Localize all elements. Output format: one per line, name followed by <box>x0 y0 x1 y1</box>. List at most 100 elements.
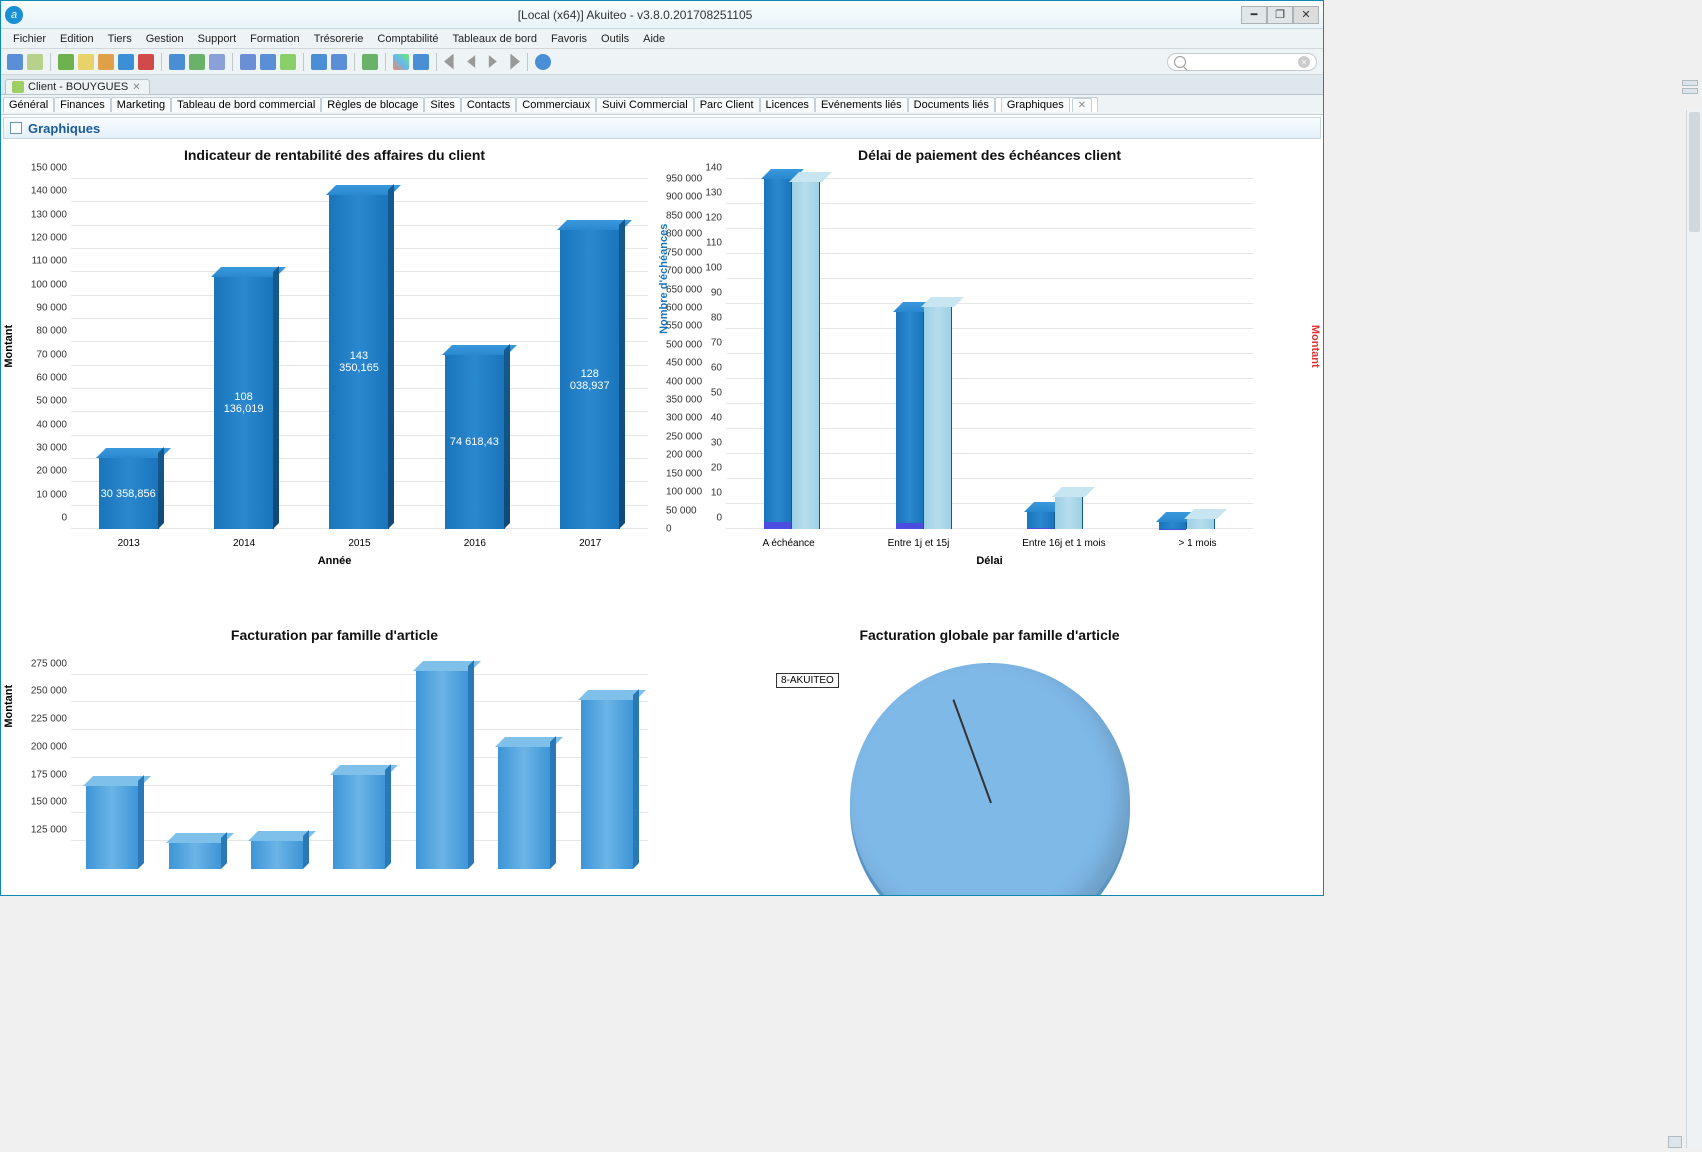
pie-label: 8-AKUITEO <box>776 673 839 688</box>
view-controls <box>1682 80 1698 94</box>
chart1-plot: Année 010 00020 00030 00040 00050 00060 … <box>11 169 658 569</box>
export-icon[interactable] <box>189 54 205 70</box>
menu-formation[interactable]: Formation <box>244 31 306 47</box>
filter-icon[interactable] <box>311 54 327 70</box>
maximize-view-icon[interactable] <box>1682 88 1698 94</box>
resize-grip-icon[interactable] <box>1668 1136 1682 1148</box>
app-icon: a <box>5 6 23 24</box>
chart1-xlabel: Année <box>11 555 658 567</box>
inner-tab-bar: Général Finances Marketing Tableau de bo… <box>1 95 1323 115</box>
chart2-title: Délai de paiement des échéances client <box>666 147 1313 163</box>
document-tab-label: Client - BOUYGUES <box>28 81 128 93</box>
tab-commerciaux[interactable]: Commerciaux <box>516 97 596 112</box>
tab-suivi-commercial[interactable]: Suivi Commercial <box>596 97 694 112</box>
chart2-plot: Délai 0102030405060708090100110120130140… <box>666 169 1313 569</box>
doc-icon[interactable] <box>98 54 114 70</box>
chart1-title: Indicateur de rentabilité des affaires d… <box>11 147 658 163</box>
toolbar: × <box>1 49 1323 75</box>
search-icon <box>1174 56 1186 68</box>
toolbar-separator <box>385 53 386 71</box>
minimize-view-icon[interactable] <box>1682 80 1698 86</box>
chart2-xlabel: Délai <box>666 555 1313 567</box>
new-icon[interactable] <box>58 54 74 70</box>
tab-evenements[interactable]: Evénements liés <box>815 97 908 112</box>
toolbar-separator <box>527 53 528 71</box>
tab-finances[interactable]: Finances <box>54 97 111 112</box>
window-close-button[interactable]: ✕ <box>1293 6 1319 24</box>
list-icon[interactable] <box>240 54 256 70</box>
menu-aide[interactable]: Aide <box>637 31 671 47</box>
menu-tiers[interactable]: Tiers <box>102 31 138 47</box>
document-tab-bar: Client - BOUYGUES ✕ <box>1 75 1323 95</box>
pie-slice <box>850 663 1130 895</box>
content-area: Graphiques Indicateur de rentabilité des… <box>1 115 1323 895</box>
window-title: [Local (x64)] Akuiteo - v3.8.0.201708251… <box>29 8 1241 22</box>
menu-bar: Fichier Edition Tiers Gestion Support Fo… <box>1 29 1323 49</box>
save-icon[interactable] <box>7 54 23 70</box>
sort-icon[interactable] <box>331 54 347 70</box>
toolbar-separator <box>436 53 437 71</box>
tab-sites[interactable]: Sites <box>424 97 460 112</box>
tab-parc-client[interactable]: Parc Client <box>694 97 760 112</box>
tab-tableau-bord[interactable]: Tableau de bord commercial <box>171 97 321 112</box>
menu-comptabilite[interactable]: Comptabilité <box>371 31 444 47</box>
tab-marketing[interactable]: Marketing <box>111 97 171 112</box>
menu-fichier[interactable]: Fichier <box>7 31 52 47</box>
charts-grid: Indicateur de rentabilité des affaires d… <box>1 141 1323 895</box>
toolbar-separator <box>303 53 304 71</box>
menu-edition[interactable]: Edition <box>54 31 100 47</box>
section-header: Graphiques <box>3 117 1321 139</box>
clear-search-icon[interactable]: × <box>1298 56 1310 68</box>
copy-icon[interactable] <box>118 54 134 70</box>
delete-icon[interactable] <box>138 54 154 70</box>
toolbar-separator <box>50 53 51 71</box>
tab-documents[interactable]: Documents liés <box>908 97 995 112</box>
print-icon[interactable] <box>169 54 185 70</box>
search-input[interactable]: × <box>1167 53 1317 71</box>
chart-delai-paiement: Délai de paiement des échéances client N… <box>662 143 1317 623</box>
nav-prev-icon[interactable] <box>464 54 480 70</box>
toolbar-separator <box>161 53 162 71</box>
toolbar-separator <box>232 53 233 71</box>
refresh-icon[interactable] <box>209 54 225 70</box>
title-bar: a [Local (x64)] Akuiteo - v3.8.0.2017082… <box>1 1 1323 29</box>
chart-bar-icon[interactable] <box>413 54 429 70</box>
pie-leader-line <box>850 663 1130 895</box>
maximize-button[interactable]: ❐ <box>1267 6 1293 24</box>
tab-general[interactable]: Général <box>3 97 54 112</box>
document-tab[interactable]: Client - BOUYGUES ✕ <box>5 79 150 94</box>
client-icon <box>12 81 24 93</box>
help-icon[interactable] <box>535 54 551 70</box>
menu-tableaux[interactable]: Tableaux de bord <box>447 31 543 47</box>
chart4-plot: 8-AKUITEO <box>666 663 1313 895</box>
nav-first-icon[interactable] <box>444 54 460 70</box>
minimize-button[interactable]: ━ <box>1241 6 1267 24</box>
collapse-icon[interactable] <box>10 122 22 134</box>
vertical-scrollbar[interactable] <box>1686 110 1702 1148</box>
tree-icon[interactable] <box>280 54 296 70</box>
tab-contacts[interactable]: Contacts <box>461 97 516 112</box>
add-icon[interactable] <box>362 54 378 70</box>
section-title: Graphiques <box>28 121 100 136</box>
menu-tresorerie[interactable]: Trésorerie <box>308 31 370 47</box>
grid-icon[interactable] <box>260 54 276 70</box>
menu-favoris[interactable]: Favoris <box>545 31 593 47</box>
edit-icon[interactable] <box>78 54 94 70</box>
chart-pie-icon[interactable] <box>393 54 409 70</box>
tab-licences[interactable]: Licences <box>760 97 815 112</box>
inner-tab-close-icon[interactable]: ✕ <box>1072 98 1092 112</box>
menu-gestion[interactable]: Gestion <box>140 31 190 47</box>
toolbar-separator <box>354 53 355 71</box>
chart-rentabilite: Indicateur de rentabilité des affaires d… <box>7 143 662 623</box>
scrollbar-thumb[interactable] <box>1689 112 1700 232</box>
tab-close-icon[interactable]: ✕ <box>132 82 140 93</box>
menu-support[interactable]: Support <box>192 31 243 47</box>
tab-graphiques[interactable]: Graphiques✕ <box>995 97 1098 112</box>
menu-outils[interactable]: Outils <box>595 31 635 47</box>
chart4-title: Facturation globale par famille d'articl… <box>666 627 1313 643</box>
nav-next-icon[interactable] <box>484 54 500 70</box>
nav-last-icon[interactable] <box>504 54 520 70</box>
open-icon[interactable] <box>27 54 43 70</box>
chart-facturation-famille: Facturation par famille d'article Montan… <box>7 623 662 863</box>
tab-regles-blocage[interactable]: Règles de blocage <box>321 97 424 112</box>
